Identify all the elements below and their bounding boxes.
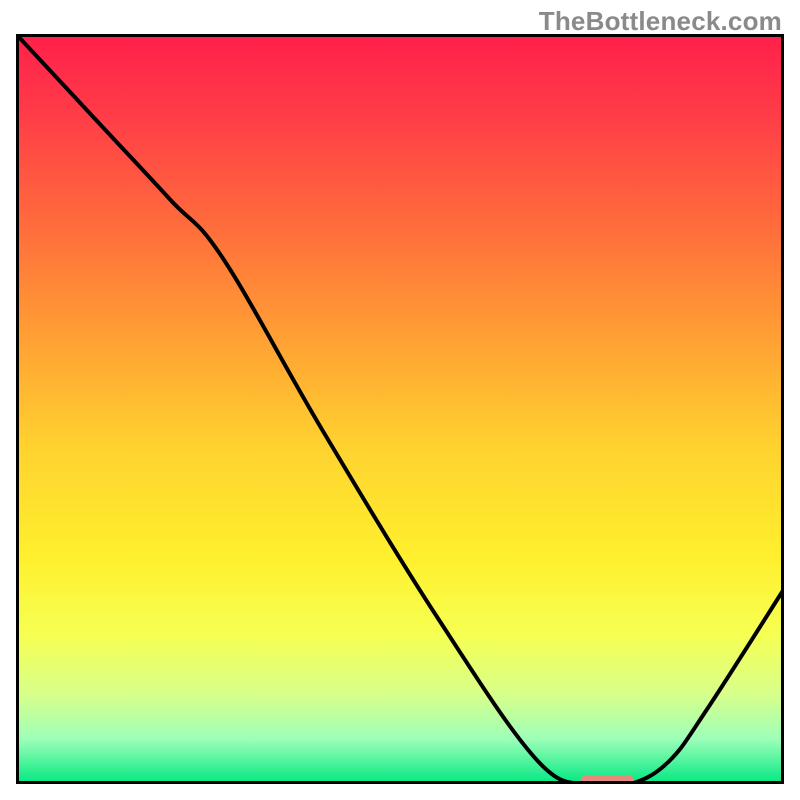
bottleneck-chart — [16, 34, 784, 784]
chart-background — [16, 34, 784, 784]
chart-frame — [16, 34, 784, 784]
watermark-text: TheBottleneck.com — [539, 6, 782, 37]
